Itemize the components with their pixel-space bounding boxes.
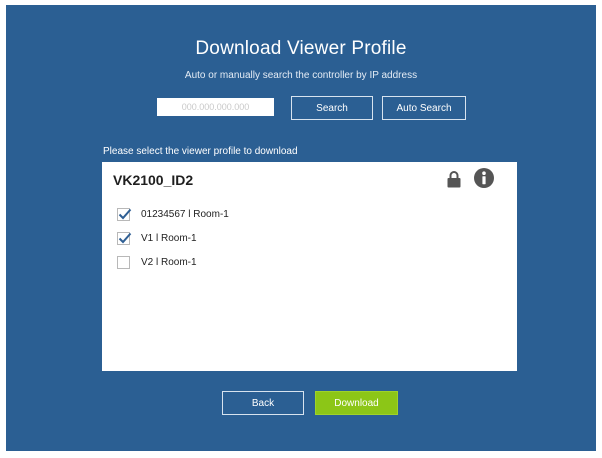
back-button[interactable]: Back — [222, 391, 304, 415]
download-button[interactable]: Download — [315, 391, 398, 415]
search-button[interactable]: Search — [291, 96, 373, 120]
info-icon[interactable] — [474, 168, 494, 188]
profile-item[interactable]: V2 l Room-1 — [117, 254, 197, 270]
checkbox-checked[interactable] — [117, 207, 132, 221]
auto-search-button[interactable]: Auto Search — [382, 96, 466, 120]
profile-item-label: 01234567 l Room-1 — [141, 208, 229, 220]
checkbox-unchecked[interactable] — [117, 255, 130, 269]
checkbox-checked[interactable] — [117, 231, 132, 245]
ip-address-input[interactable] — [157, 98, 274, 116]
profile-item[interactable]: V1 l Room-1 — [117, 230, 197, 246]
select-profile-label: Please select the viewer profile to down… — [103, 146, 298, 157]
profile-item-label: V1 l Room-1 — [141, 232, 197, 244]
page-title: Download Viewer Profile — [195, 38, 407, 59]
page-subtitle: Auto or manually search the controller b… — [184, 70, 418, 81]
profile-item-label: V2 l Room-1 — [141, 256, 197, 268]
profile-name: VK2100_ID2 — [113, 172, 194, 188]
lock-icon[interactable] — [447, 170, 461, 188]
download-viewer-profile-panel: Download Viewer Profile Auto or manually… — [6, 5, 596, 451]
viewer-profile-card: VK2100_ID2 01234567 l Room-1 V1 l Room-1… — [102, 162, 517, 371]
profile-item[interactable]: 01234567 l Room-1 — [117, 206, 229, 222]
